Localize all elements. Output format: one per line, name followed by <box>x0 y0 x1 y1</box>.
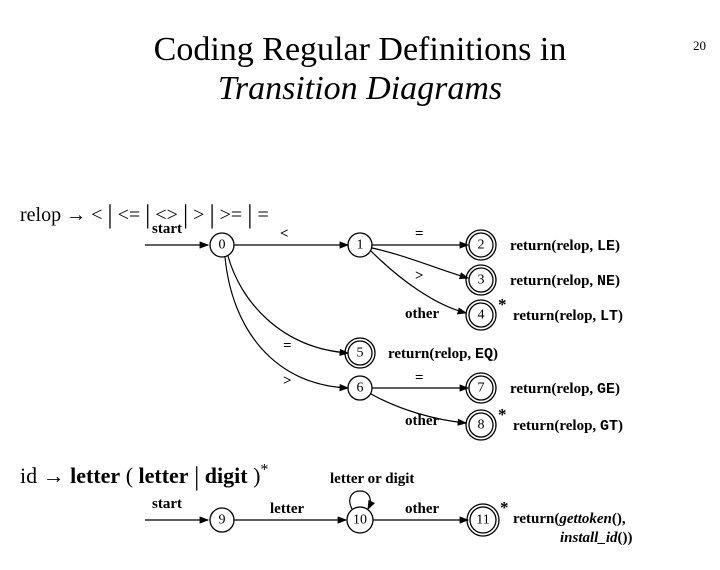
state-11 <box>470 507 496 533</box>
state-0-label: 0 <box>219 238 226 253</box>
edge-1-3: > <box>415 268 424 284</box>
relop-production: relop → < | <= | <> | > | >= | = <box>20 198 269 228</box>
state-10 <box>347 507 373 533</box>
action-5: return(relop, EQ) <box>388 346 498 363</box>
edge-10-11: other <box>405 501 439 517</box>
title-line-1: Coding Regular Definitions in <box>0 30 720 69</box>
state-6-label: 6 <box>357 381 364 396</box>
id-production: id → letter ( letter | digit )* <box>20 460 268 490</box>
state-11-star: * <box>500 498 509 517</box>
state-1-label: 1 <box>357 238 364 253</box>
edge-1-2: = <box>415 226 424 242</box>
page-title: Coding Regular Definitions in Transition… <box>0 30 720 108</box>
state-3 <box>469 268 493 292</box>
state-8 <box>469 413 493 437</box>
start-label-id: start <box>152 496 182 512</box>
state-4-label: 4 <box>478 308 485 323</box>
state-2-label: 2 <box>478 238 485 253</box>
page-number: 20 <box>693 38 706 54</box>
state-4 <box>469 303 493 327</box>
edge-9-10: letter <box>270 501 304 517</box>
state-5 <box>348 341 372 365</box>
state-1 <box>348 233 372 257</box>
state-11-label: 11 <box>476 513 489 528</box>
action-4: return(relop, LT) <box>513 308 623 325</box>
edge-0-1: < <box>280 226 289 242</box>
edge-0-5: = <box>283 338 292 354</box>
edge-6-8: other <box>405 413 439 429</box>
edge-1-4: other <box>405 306 439 322</box>
title-line-2: Transition Diagrams <box>0 69 720 108</box>
action-3: return(relop, NE) <box>510 273 620 290</box>
action-2: return(relop, LE) <box>510 238 620 255</box>
edge-6-7: = <box>415 370 424 386</box>
state-7 <box>469 376 493 400</box>
state-9-label: 9 <box>219 513 226 528</box>
state-5-label: 5 <box>357 346 364 361</box>
edge-10-loop: letter or digit <box>330 471 414 487</box>
state-8-label: 8 <box>478 418 485 433</box>
state-3-label: 3 <box>478 273 485 288</box>
state-0 <box>210 233 234 257</box>
state-10-label: 10 <box>353 513 367 528</box>
action-8: return(relop, GT) <box>513 418 623 435</box>
action-11-line1: return(gettoken(), <box>513 511 626 527</box>
action-11-line2: install_id()) <box>560 530 633 546</box>
state-7-label: 7 <box>478 381 485 396</box>
state-4-star: * <box>498 295 507 314</box>
state-8-star: * <box>498 405 507 424</box>
state-2 <box>469 233 493 257</box>
action-7: return(relop, GE) <box>510 381 620 398</box>
state-9 <box>210 508 234 532</box>
state-6 <box>348 376 372 400</box>
edge-0-6: > <box>283 373 292 389</box>
